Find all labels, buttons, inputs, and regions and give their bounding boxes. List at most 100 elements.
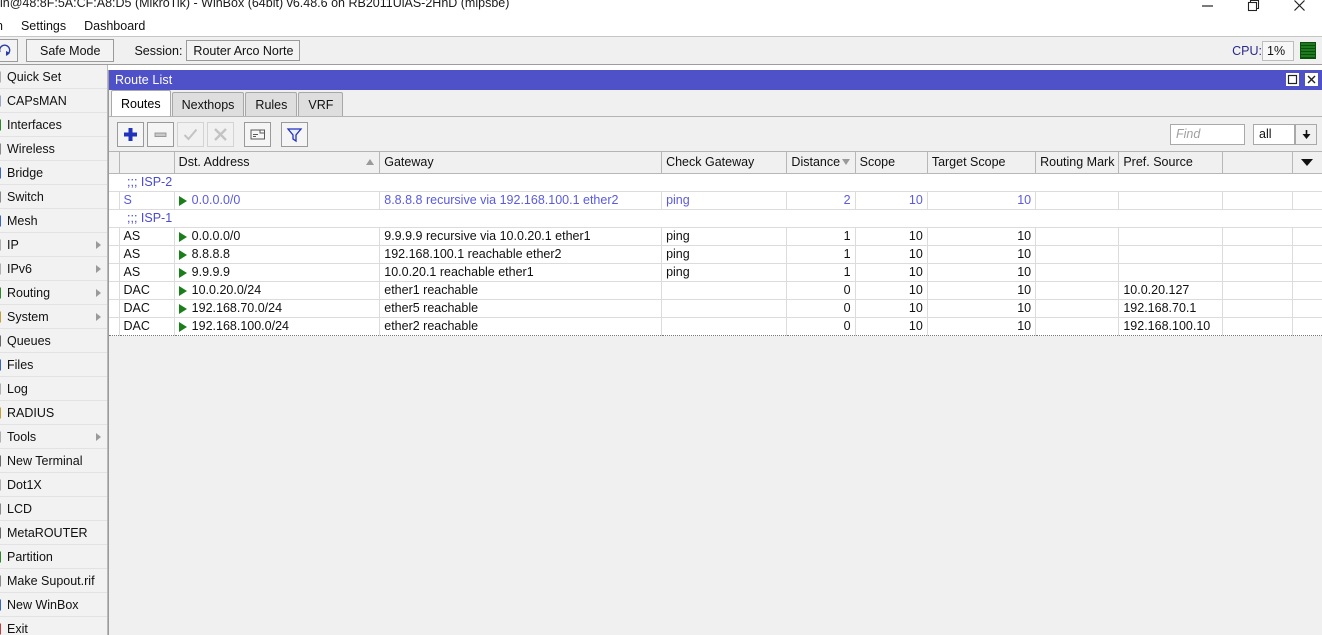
scope-select-value[interactable]: all: [1253, 124, 1295, 145]
sidebar-item-ip[interactable]: IP: [0, 233, 107, 257]
sidebar-item-label: Tools: [7, 430, 36, 444]
gateway-cell: 9.9.9.9 recursive via 10.0.20.1 ether1: [380, 227, 662, 245]
filter-button[interactable]: [281, 122, 308, 147]
table-row[interactable]: AS8.8.8.8192.168.100.1 reachable ether2p…: [109, 245, 1322, 263]
close-icon[interactable]: [1276, 0, 1322, 16]
menu-item-dashboard[interactable]: Dashboard: [75, 18, 154, 34]
search-input[interactable]: Find: [1170, 124, 1245, 145]
scope-cell: 10: [855, 191, 927, 209]
menu-item-0[interactable]: n: [0, 18, 12, 34]
sidebar-item-log[interactable]: Log: [0, 377, 107, 401]
route-list-window: Route List RoutesNexthopsRulesV: [108, 70, 1322, 635]
column-header-routing-mark[interactable]: Routing Mark: [1036, 152, 1119, 173]
table-row[interactable]: AS0.0.0.0/09.9.9.9 recursive via 10.0.20…: [109, 227, 1322, 245]
dst-address-cell: 10.0.20.0/24: [174, 281, 380, 299]
row-trailing-blank-2: [1292, 227, 1322, 245]
row-trailing-blank-2: [1292, 317, 1322, 335]
sidebar-item-radius[interactable]: RADIUS: [0, 401, 107, 425]
cpu-value: 1%: [1262, 41, 1294, 61]
sidebar-item-icon: [0, 311, 1, 322]
maximize-icon[interactable]: [1230, 0, 1276, 16]
row-gutter: [109, 263, 119, 281]
target-scope-cell: 10: [927, 317, 1035, 335]
column-header-pref-source[interactable]: Pref. Source: [1119, 152, 1222, 173]
sidebar-item-queues[interactable]: Queues: [0, 329, 107, 353]
column-chooser-icon[interactable]: [1292, 152, 1322, 173]
sidebar-item-ipv6[interactable]: IPv6: [0, 257, 107, 281]
restore-icon[interactable]: [1284, 71, 1301, 88]
add-button[interactable]: [117, 122, 144, 147]
sidebar-item-system[interactable]: System: [0, 305, 107, 329]
sidebar-item-capsman[interactable]: CAPsMAN: [0, 89, 107, 113]
column-header-gateway[interactable]: Gateway: [380, 152, 662, 173]
table-comment-row[interactable]: ;;; ISP-2: [109, 173, 1322, 191]
scope-cell-text: 10: [909, 193, 923, 207]
sidebar-item-lcd[interactable]: LCD: [0, 497, 107, 521]
undock-icon[interactable]: [0, 39, 18, 62]
sidebar-item-tools[interactable]: Tools: [0, 425, 107, 449]
table-row[interactable]: DAC192.168.70.0/24ether5 reachable010101…: [109, 299, 1322, 317]
routing-mark-cell: [1036, 317, 1119, 335]
close-window-icon[interactable]: [1303, 71, 1320, 88]
sidebar-item-make-supout-rif[interactable]: Make Supout.rif: [0, 569, 107, 593]
sidebar-item-new-terminal[interactable]: New Terminal: [0, 449, 107, 473]
menu-item-settings[interactable]: Settings: [12, 18, 75, 34]
column-header-blank-10[interactable]: [1222, 152, 1292, 173]
column-header-scope[interactable]: Scope: [855, 152, 927, 173]
gateway-cell-text: ether2 reachable: [384, 319, 478, 333]
active-route-arrow-icon: [179, 286, 187, 296]
comment-button[interactable]: [244, 122, 271, 147]
column-header-label: Check Gateway: [666, 155, 754, 169]
sidebar-item-mesh[interactable]: Mesh: [0, 209, 107, 233]
sidebar-item-icon: [0, 551, 1, 562]
target-scope-cell: 10: [927, 299, 1035, 317]
table-comment-row[interactable]: ;;; ISP-1: [109, 209, 1322, 227]
enable-button[interactable]: [177, 122, 204, 147]
distance-cell: 2: [787, 191, 855, 209]
tab-vrf[interactable]: VRF: [298, 92, 343, 116]
column-header-blank-0[interactable]: [109, 152, 119, 173]
route-list-window-controls: [1284, 71, 1320, 88]
route-flags: AS: [119, 245, 174, 263]
dst-address-cell-text: 192.168.70.0/24: [192, 301, 282, 315]
table-row[interactable]: AS9.9.9.910.0.20.1 reachable ether1ping1…: [109, 263, 1322, 281]
sidebar-item-partition[interactable]: Partition: [0, 545, 107, 569]
sidebar-item-new-winbox[interactable]: New WinBox: [0, 593, 107, 617]
tab-nexthops[interactable]: Nexthops: [172, 92, 245, 116]
chevron-down-icon[interactable]: [1295, 124, 1317, 145]
active-route-arrow-icon: [179, 304, 187, 314]
sidebar-item-metarouter[interactable]: MetaROUTER: [0, 521, 107, 545]
sidebar-item-switch[interactable]: Switch: [0, 185, 107, 209]
sidebar-item-icon: [0, 239, 1, 250]
dst-address-cell: 192.168.100.0/24: [174, 317, 380, 335]
table-row[interactable]: DAC192.168.100.0/24ether2 reachable01010…: [109, 317, 1322, 335]
sidebar-item-files[interactable]: Files: [0, 353, 107, 377]
sidebar-item-exit[interactable]: Exit: [0, 617, 107, 635]
disable-button[interactable]: [207, 122, 234, 147]
session-value[interactable]: Router Arco Norte: [186, 40, 300, 61]
route-flags: AS: [119, 227, 174, 245]
dst-address-cell: 192.168.70.0/24: [174, 299, 380, 317]
sidebar-item-quick-set[interactable]: Quick Set: [0, 65, 107, 89]
sidebar-item-wireless[interactable]: Wireless: [0, 137, 107, 161]
check-gateway-cell-text: ping: [666, 265, 690, 279]
tab-rules[interactable]: Rules: [245, 92, 297, 116]
remove-button[interactable]: [147, 122, 174, 147]
route-flags: S: [119, 191, 174, 209]
minimize-icon[interactable]: [1184, 0, 1230, 16]
table-row[interactable]: DAC10.0.20.0/24ether1 reachable0101010.0…: [109, 281, 1322, 299]
column-header-distance[interactable]: Distance: [787, 152, 855, 173]
column-header-target-scope[interactable]: Target Scope: [927, 152, 1035, 173]
sidebar-item-dot1x[interactable]: Dot1X: [0, 473, 107, 497]
tab-routes[interactable]: Routes: [111, 90, 171, 116]
sidebar-item-routing[interactable]: Routing: [0, 281, 107, 305]
table-row[interactable]: S0.0.0.0/08.8.8.8 recursive via 192.168.…: [109, 191, 1322, 209]
sidebar-item-interfaces[interactable]: Interfaces: [0, 113, 107, 137]
sidebar-item-label: New Terminal: [7, 454, 83, 468]
sidebar-item-bridge[interactable]: Bridge: [0, 161, 107, 185]
column-header-check-gateway[interactable]: Check Gateway: [662, 152, 787, 173]
column-header-label: Gateway: [384, 155, 433, 169]
safe-mode-button[interactable]: Safe Mode: [26, 39, 114, 62]
column-header-dst-address[interactable]: Dst. Address: [174, 152, 380, 173]
column-header-blank-1[interactable]: [119, 152, 174, 173]
